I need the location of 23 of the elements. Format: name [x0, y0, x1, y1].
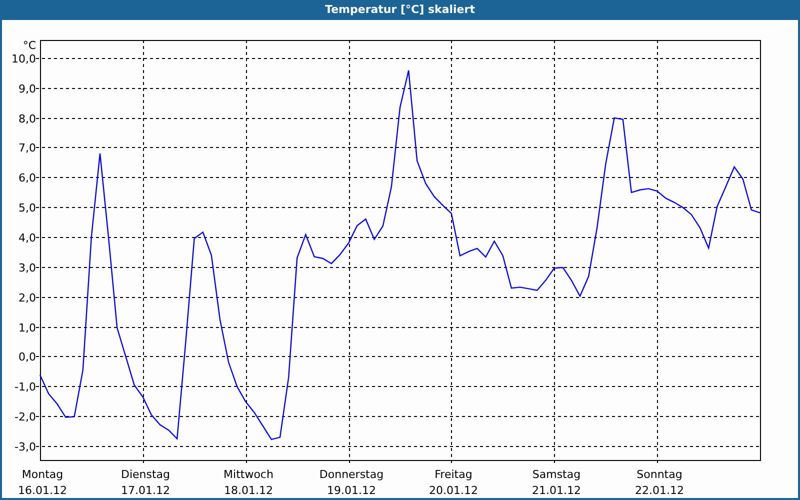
x-tick-label: Mittwoch 18.01.12 [224, 468, 274, 497]
y-tick-label: -2,0 [14, 410, 36, 424]
x-tick-label: Montag 16.01.12 [18, 468, 67, 497]
x-tick-label: Dienstag 17.01.12 [120, 468, 170, 497]
x-tick-label: Freitag 20.01.12 [429, 468, 478, 497]
y-tick-label: 0,0 [18, 350, 36, 364]
y-tick-label: 4,0 [18, 232, 36, 244]
x-tick-label: Samstag 21.01.12 [532, 468, 581, 497]
y-tick-label: 6,0 [18, 172, 36, 184]
y-tick-label: -1,0 [14, 380, 36, 394]
y-tick-label: 9,0 [18, 82, 36, 96]
y-tick-label: 3,0 [18, 262, 36, 274]
y-tick-label: 8,0 [18, 112, 36, 126]
y-tick-label: 5,0 [18, 202, 36, 214]
y-tick-label: 10,0 [12, 52, 36, 66]
x-tick-label: Donnerstag 19.01.12 [319, 468, 384, 497]
y-tick-label: -3,0 [14, 440, 36, 454]
axis-unit-label: °C [22, 39, 36, 52]
x-tick-label: Sonntag 22.01.12 [635, 468, 684, 497]
window-title: Temperatur [°C] skaliert [325, 2, 475, 18]
y-tick-label: 2,0 [18, 292, 36, 304]
y-tick-label: 1,0 [18, 322, 36, 334]
y-tick-label: 7,0 [18, 142, 36, 154]
